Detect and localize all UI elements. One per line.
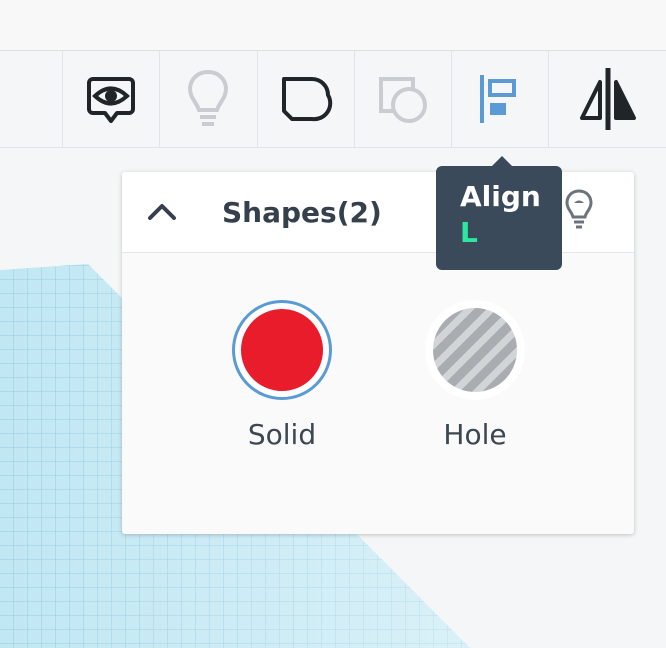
- lightbulb-icon: [187, 69, 228, 126]
- group-button[interactable]: [257, 51, 353, 147]
- hole-option[interactable]: Hole: [405, 300, 545, 451]
- show-all-button[interactable]: [62, 51, 158, 147]
- top-bar: [0, 0, 666, 51]
- tooltip-shortcut: L: [460, 216, 478, 249]
- hole-label: Hole: [443, 418, 507, 451]
- solid-swatch[interactable]: [232, 300, 332, 400]
- solid-option[interactable]: Solid: [212, 300, 352, 451]
- mirror-button[interactable]: [548, 51, 666, 147]
- lightbulb-icon[interactable]: [564, 188, 594, 230]
- mirror-icon: [579, 68, 636, 130]
- solid-label: Solid: [247, 418, 317, 451]
- ungroup-shapes-icon: [378, 77, 427, 123]
- chevron-up-icon[interactable]: [144, 196, 180, 228]
- group-shapes-icon: [281, 77, 332, 122]
- red-solid-circle: [241, 309, 323, 391]
- align-tooltip: Align L: [436, 156, 562, 270]
- hole-swatch[interactable]: [425, 300, 525, 400]
- panel-title: Shapes(2): [222, 196, 382, 229]
- notes-button[interactable]: [159, 51, 255, 147]
- eye-speech-bubble-icon: [86, 77, 135, 123]
- align-button[interactable]: [451, 51, 547, 147]
- align-left-icon: [479, 75, 516, 123]
- tooltip-title: Align: [460, 180, 541, 213]
- ungroup-button[interactable]: [354, 51, 450, 147]
- toolbar: [0, 51, 666, 148]
